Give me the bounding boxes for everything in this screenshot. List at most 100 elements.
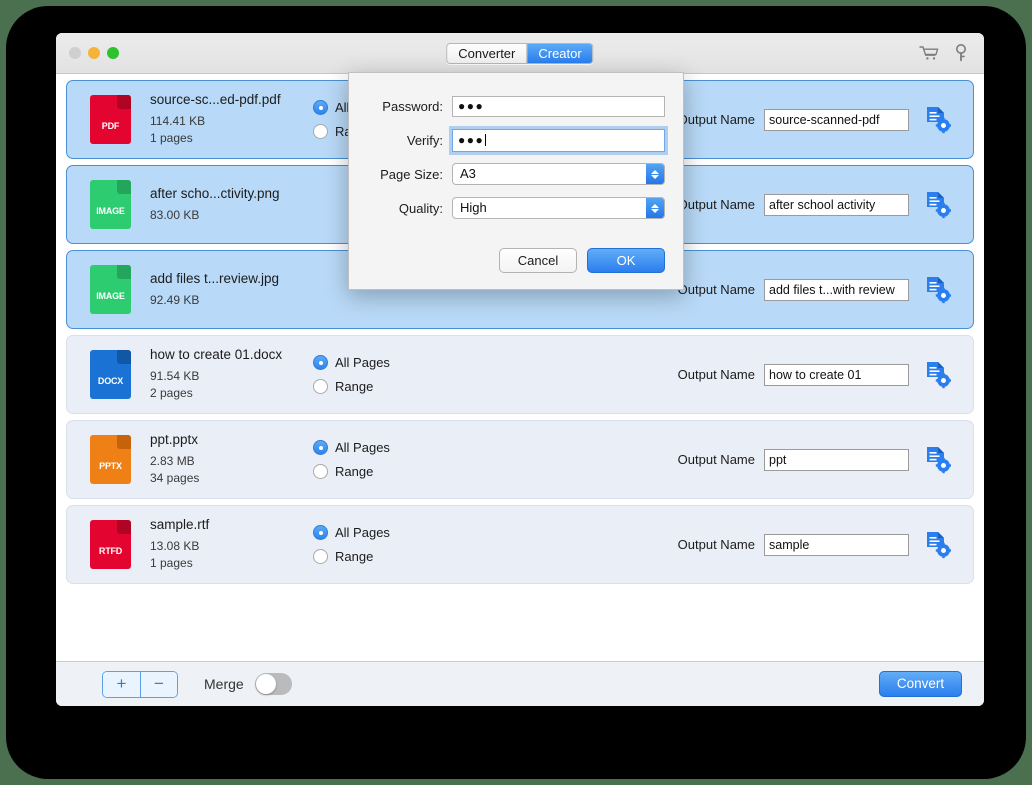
verify-input[interactable]: ●●●	[449, 126, 668, 154]
output-name-input[interactable]: sample	[764, 533, 909, 556]
page-size-row: Page Size: A3	[367, 157, 665, 191]
file-type-icon: PDF	[90, 95, 131, 144]
file-meta: sample.rtf 13.08 KB 1 pages	[150, 517, 306, 572]
file-icon-fold	[117, 435, 131, 449]
file-page-count: 2 pages	[150, 386, 193, 400]
key-icon[interactable]	[955, 44, 967, 62]
password-input[interactable]: ●●●	[452, 95, 665, 117]
file-row[interactable]: PPTX ppt.pptx 2.83 MB 34 pages All Pages Rang…	[66, 420, 974, 499]
file-row[interactable]: RTFD sample.rtf 13.08 KB 1 pages All Pages Ra…	[66, 505, 974, 584]
output-name-group: Output Name how to create 01	[678, 361, 973, 389]
radio-all-pages-dot	[313, 525, 328, 540]
document-settings-gear-icon[interactable]	[925, 361, 952, 389]
page-size-value: A3	[460, 166, 476, 181]
quality-value: High	[460, 200, 487, 215]
radio-range[interactable]: Range	[313, 545, 433, 569]
output-name-input[interactable]: after school activity	[764, 193, 909, 216]
file-icon-fold	[117, 265, 131, 279]
file-size: 91.54 KB	[150, 369, 200, 383]
file-icon-label: DOCX	[97, 376, 124, 386]
radio-range[interactable]: Range	[313, 375, 433, 399]
cancel-button[interactable]: Cancel	[499, 248, 577, 273]
file-meta: add files t...review.jpg 92.49 KB	[150, 271, 306, 309]
radio-range-label: Range	[335, 464, 374, 479]
document-settings-gear-icon[interactable]	[925, 276, 952, 304]
tab-converter[interactable]: Converter	[447, 44, 527, 63]
output-name-group: Output Name sample	[678, 531, 973, 559]
file-size: 83.00 KB	[150, 207, 200, 222]
page-range-options: All Pages Range	[313, 351, 433, 399]
file-icon-fold	[117, 520, 131, 534]
file-page-count: 1 pages	[150, 131, 193, 145]
radio-all-pages-dot	[313, 440, 328, 455]
radio-range-dot	[313, 379, 328, 394]
file-page-count: 1 pages	[150, 556, 193, 570]
output-name-input[interactable]: source-scanned-pdf	[764, 108, 909, 131]
minimize-window-button[interactable]	[88, 47, 100, 59]
radio-range-dot	[313, 549, 328, 564]
file-size: 92.49 KB	[150, 292, 200, 307]
chevron-up-icon	[651, 169, 659, 174]
output-name-group: Output Name source-scanned-pdf	[678, 106, 973, 134]
document-settings-gear-icon[interactable]	[925, 531, 952, 559]
remove-file-button[interactable]: −	[140, 671, 177, 697]
add-file-button[interactable]: +	[103, 671, 140, 697]
radio-range[interactable]: Range	[313, 460, 433, 484]
dialog-buttons: Cancel OK	[499, 248, 665, 273]
output-name-group: Output Name ppt	[678, 446, 973, 474]
output-name-input[interactable]: how to create 01	[764, 363, 909, 386]
file-name: add files t...review.jpg	[150, 270, 280, 286]
chevron-up-icon	[651, 203, 659, 208]
password-label: Password:	[382, 98, 443, 114]
merge-toggle[interactable]	[254, 673, 292, 695]
page-size-stepper-icon[interactable]	[646, 164, 664, 184]
output-name-label: Output Name	[677, 112, 755, 127]
app-window: Converter Creator PDF source-sc...ed-pdf…	[56, 33, 984, 706]
toolbar-icons	[919, 44, 967, 62]
page-range-options: All Pages Range	[313, 521, 433, 569]
quality-select[interactable]: High	[452, 197, 665, 219]
radio-range-label: Range	[335, 549, 374, 564]
file-icon-label: PDF	[101, 121, 120, 131]
page-size-label: Page Size:	[380, 166, 443, 182]
maximize-window-button[interactable]	[107, 47, 119, 59]
ok-button[interactable]: OK	[587, 248, 665, 273]
file-icon-label: IMAGE	[96, 206, 125, 216]
output-name-label: Output Name	[677, 452, 755, 467]
pdf-options-dialog: Password: ●●● Verify: ●●● Page Size: A3 …	[348, 72, 684, 290]
verify-row: Verify: ●●●	[367, 123, 668, 157]
convert-button[interactable]: Convert	[879, 671, 962, 697]
file-meta: source-sc...ed-pdf.pdf 114.41 KB 1 pages	[150, 92, 306, 147]
cart-icon[interactable]	[919, 45, 939, 61]
file-row[interactable]: DOCX how to create 01.docx 91.54 KB 2 pages…	[66, 335, 974, 414]
radio-all-pages-dot	[313, 355, 328, 370]
radio-range-label: Range	[335, 379, 374, 394]
chevron-down-icon	[651, 174, 659, 179]
document-settings-gear-icon[interactable]	[925, 191, 952, 219]
output-name-input[interactable]: add files t...with review	[764, 278, 909, 301]
document-settings-gear-icon[interactable]	[925, 446, 952, 474]
radio-all-pages[interactable]: All Pages	[313, 521, 433, 545]
file-icon-fold	[117, 350, 131, 364]
merge-toggle-knob	[255, 674, 276, 694]
quality-label: Quality:	[398, 200, 443, 216]
file-name: sample.rtf	[150, 517, 210, 532]
quality-stepper-icon[interactable]	[646, 198, 664, 218]
close-window-button[interactable]	[69, 47, 81, 59]
output-name-input[interactable]: ppt	[764, 448, 909, 471]
file-name: source-sc...ed-pdf.pdf	[150, 92, 281, 107]
file-type-icon: IMAGE	[90, 265, 131, 314]
password-row: Password: ●●●	[367, 89, 665, 123]
radio-all-pages[interactable]: All Pages	[313, 436, 433, 460]
output-name-label: Output Name	[677, 367, 755, 382]
chevron-down-icon	[651, 208, 659, 213]
document-settings-gear-icon[interactable]	[925, 106, 952, 134]
file-icon-label: RTFD	[98, 546, 123, 556]
page-range-options: All Pages Range	[313, 436, 433, 484]
page-size-select[interactable]: A3	[452, 163, 665, 185]
radio-all-pages[interactable]: All Pages	[313, 351, 433, 375]
tab-creator[interactable]: Creator	[526, 44, 593, 63]
file-icon-fold	[117, 180, 131, 194]
file-type-icon: IMAGE	[90, 180, 131, 229]
output-name-label: Output Name	[677, 282, 755, 297]
